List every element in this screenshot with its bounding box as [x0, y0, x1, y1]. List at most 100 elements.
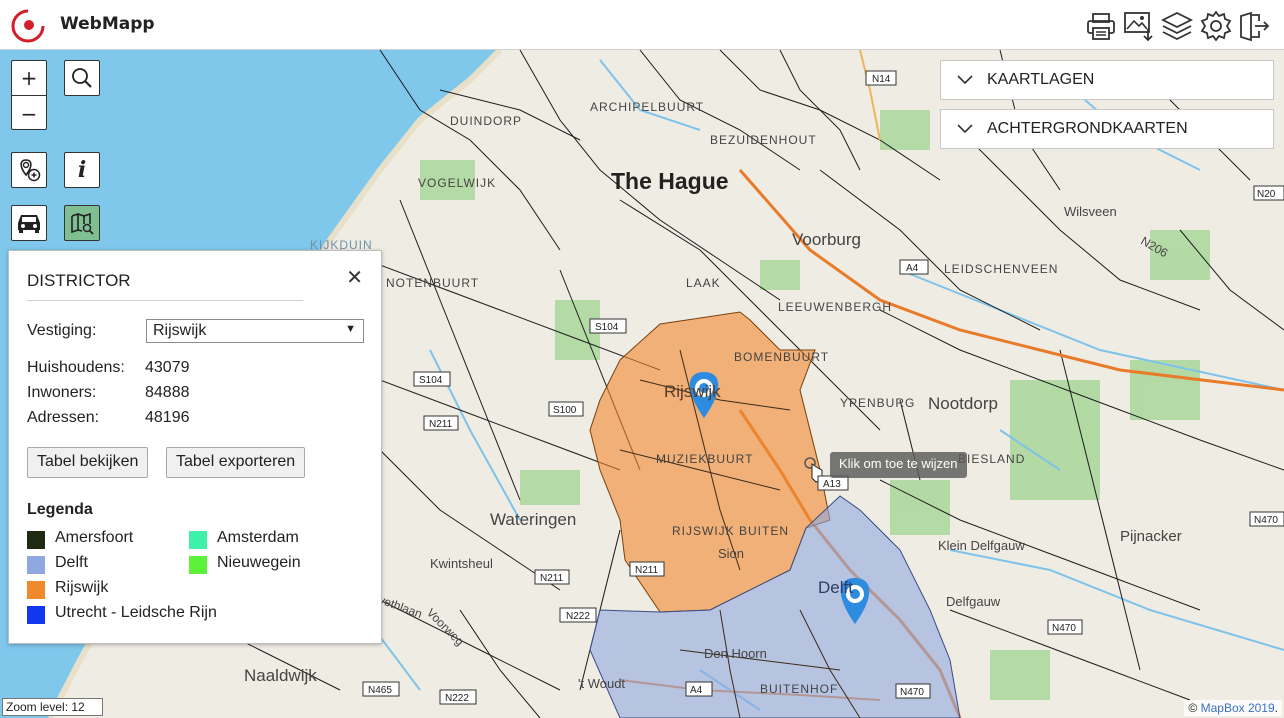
vestiging-select[interactable]: Rijswijk ▼ — [146, 319, 364, 343]
stat-label: Inwoners: — [27, 384, 97, 401]
map-label-vogelwijk: VOGELWIJK — [418, 176, 497, 190]
achtergrondkaarten-panel[interactable]: ACHTERGRONDKAARTEN — [940, 109, 1274, 149]
districtor-panel: DISTRICTOR ✕ Vestiging: Rijswijk ▼ Huish… — [8, 250, 382, 644]
svg-text:N465: N465 — [368, 685, 392, 696]
search-icon — [72, 68, 92, 88]
map-label-bezuidenhout: BEZUIDENHOUT — [710, 133, 817, 147]
zoom-control: + − — [11, 60, 47, 130]
logout-icon[interactable] — [1237, 9, 1271, 43]
map-label-bomenbuurt: BOMENBUURT — [734, 350, 830, 364]
zoom-in-button[interactable]: + — [12, 61, 46, 96]
kaartlagen-panel[interactable]: KAARTLAGEN — [940, 60, 1274, 100]
map-label-laak: LAAK — [686, 276, 721, 290]
vestiging-value: Rijswijk — [153, 322, 207, 339]
info-icon: i — [77, 157, 87, 183]
map-attribution: © MapBox 2019. — [1184, 700, 1282, 716]
map-label-rijswijk-buiten: RIJSWIJK BUITEN — [672, 524, 790, 538]
map-label-kwintsheul: Kwintsheul — [430, 556, 493, 571]
map-label-muziekbuurt: MUZIEKBUURT — [656, 452, 754, 466]
svg-text:N20: N20 — [1257, 189, 1276, 200]
close-icon[interactable]: ✕ — [346, 265, 363, 290]
svg-text:A4: A4 — [906, 263, 919, 274]
svg-text:N222: N222 — [566, 611, 590, 622]
legend-label: Utrecht - Leidsche Rijn — [55, 604, 217, 621]
layers-icon[interactable] — [1160, 9, 1194, 43]
webmapp-logo-icon — [10, 8, 46, 44]
map-label-delft: Delft — [818, 578, 853, 597]
view-table-button[interactable]: Tabel bekijken — [27, 447, 149, 478]
stat-row: Adressen: 48196 — [27, 409, 190, 427]
legend-label: Rijswijk — [55, 579, 109, 596]
stat-label: Adressen: — [27, 409, 100, 426]
svg-text:N211: N211 — [429, 419, 453, 430]
legend-swatch — [27, 556, 45, 574]
vestiging-label: Vestiging: — [27, 322, 97, 339]
chevron-down-icon — [957, 124, 973, 134]
svg-text:N470: N470 — [1052, 623, 1076, 634]
export-image-icon[interactable] — [1122, 9, 1156, 43]
map-label-wilsveen: Wilsveen — [1064, 204, 1117, 219]
svg-text:N470: N470 — [1254, 515, 1278, 526]
printer-icon[interactable] — [1084, 9, 1118, 43]
districtor-title: DISTRICTOR — [27, 271, 131, 290]
add-location-icon — [20, 159, 41, 182]
zoom-level-indicator: Zoom level: 12 — [2, 698, 103, 716]
info-button[interactable]: i — [64, 152, 100, 188]
map-label-sion: Sion — [718, 546, 745, 561]
map-label-leidschenveen: LEIDSCHENVEEN — [944, 262, 1059, 276]
svg-text:S104: S104 — [419, 375, 443, 386]
map-tooltip: Klik om toe te wijzen — [830, 452, 967, 478]
legend-label: Delft — [55, 554, 88, 571]
route-button[interactable] — [11, 205, 47, 241]
zoom-out-button[interactable]: − — [12, 96, 46, 131]
stat-value: 84888 — [145, 384, 190, 401]
legend-label: Amersfoort — [55, 529, 134, 546]
export-table-button[interactable]: Tabel exporteren — [166, 447, 306, 478]
map-label-den-hoorn: Den Hoorn — [704, 646, 767, 661]
settings-icon[interactable] — [1199, 9, 1233, 43]
legend-label: Amsterdam — [217, 529, 299, 546]
svg-text:N211: N211 — [635, 565, 659, 576]
stat-row: Inwoners: 84888 — [27, 384, 190, 402]
svg-text:S104: S104 — [595, 322, 619, 333]
title-divider — [27, 300, 303, 301]
map-label-ypenburg: YPENBURG — [840, 396, 916, 410]
map-label-archipelbuurt: ARCHIPELBUURT — [590, 100, 705, 114]
districtor-button[interactable] — [64, 205, 100, 241]
chevron-down-icon — [957, 75, 973, 85]
car-icon — [18, 215, 40, 233]
map-label-wateringen: Wateringen — [490, 510, 577, 529]
legend-swatch — [189, 531, 207, 549]
legend-swatch — [27, 581, 45, 599]
kaartlagen-label: KAARTLAGEN — [987, 71, 1095, 88]
svg-text:A13: A13 — [823, 479, 841, 490]
stat-label: Huishoudens: — [27, 359, 125, 376]
top-bar: WebMapp — [0, 0, 1284, 50]
map-label-biesland: BIESLAND — [958, 452, 1026, 466]
map-label-voorburg: Voorburg — [792, 230, 861, 249]
svg-text:N222: N222 — [445, 693, 469, 704]
svg-text:N470: N470 — [900, 687, 924, 698]
attribution-prefix: © — [1188, 701, 1201, 715]
add-location-button[interactable] — [11, 152, 47, 188]
stat-value: 48196 — [145, 409, 190, 426]
map-label-nootdorp: Nootdorp — [928, 394, 998, 413]
search-button[interactable] — [64, 60, 100, 96]
map-label-pijnacker: Pijnacker — [1120, 528, 1182, 545]
legend-swatch — [27, 606, 45, 624]
legend-swatch — [189, 556, 207, 574]
app-title: WebMapp — [60, 14, 155, 34]
map-label-buitenhof: BUITENHOF — [760, 682, 839, 696]
svg-text:N14: N14 — [872, 74, 891, 85]
stat-row: Huishoudens: 43079 — [27, 359, 190, 377]
map-label-rijswijk: Rijswijk — [664, 382, 721, 401]
svg-text:S100: S100 — [553, 405, 577, 416]
attribution-link[interactable]: MapBox 2019 — [1201, 701, 1275, 715]
map-label-t-woudt: 't Woudt — [578, 676, 626, 691]
map-label-naaldwijk: Naaldwijk — [244, 666, 317, 685]
map-search-icon — [71, 212, 94, 235]
map-label-leeuwenbergh: LEEUWENBERGH — [778, 300, 893, 314]
legend-swatch — [27, 531, 45, 549]
map-label-notenbuurt: NOTENBUURT — [386, 276, 480, 290]
map-label-klein-delfgauw: Klein Delfgauw — [938, 538, 1025, 553]
